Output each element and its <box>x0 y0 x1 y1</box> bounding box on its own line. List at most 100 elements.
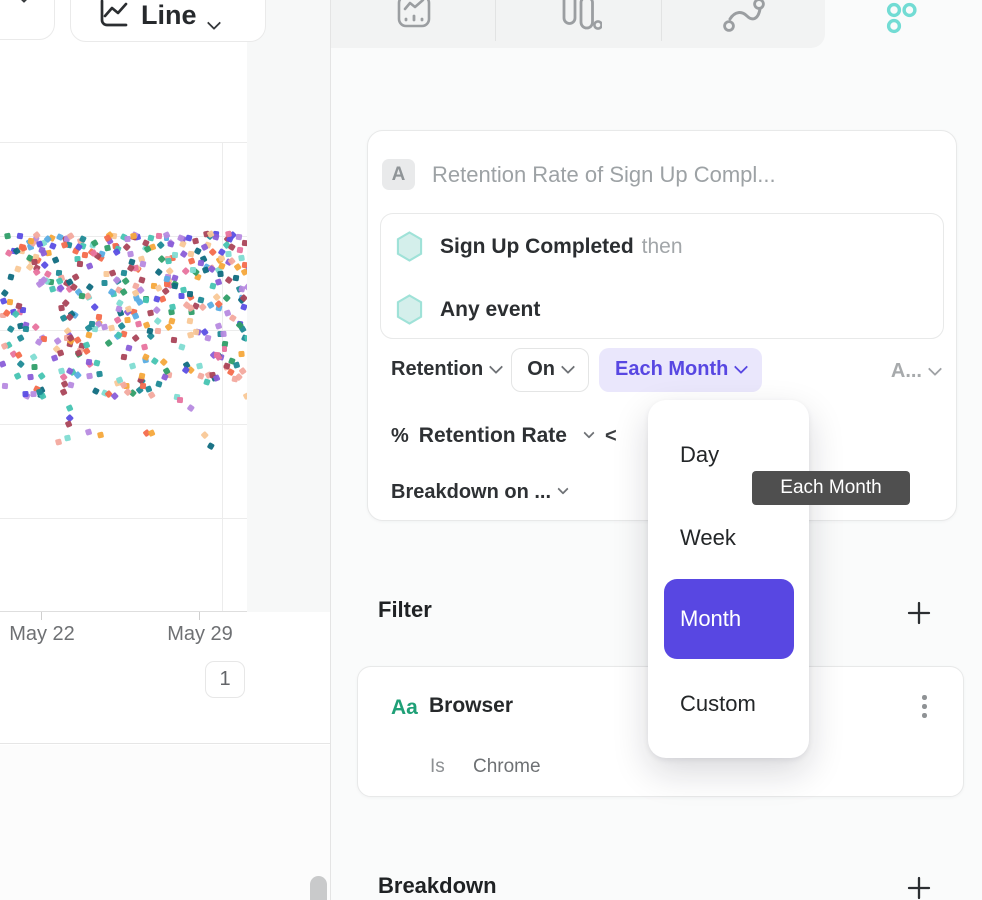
scatter-dot <box>96 314 102 320</box>
filter-property-dropdown[interactable]: Browser <box>429 694 513 718</box>
scatter-dot <box>187 251 193 257</box>
scatter-dot <box>105 339 113 347</box>
tab-insights[interactable] <box>331 0 495 48</box>
scatter-dot <box>218 271 224 277</box>
gridline <box>0 518 247 519</box>
scatter-dot <box>176 397 182 403</box>
scatter-dot <box>105 245 112 252</box>
scatter-dot <box>60 388 67 395</box>
scatter-plot <box>0 0 247 612</box>
scatter-dot <box>186 317 192 323</box>
measure-dropdown[interactable]: Retention Rate <box>419 424 567 448</box>
scatter-dot <box>31 390 37 396</box>
scatter-dot <box>147 309 154 316</box>
breakdown-on-dropdown[interactable]: Breakdown on ... <box>391 477 567 507</box>
scatter-dot <box>155 268 163 276</box>
scatter-dot <box>172 252 178 258</box>
kebab-menu-icon[interactable] <box>922 695 927 722</box>
scatter-dot <box>57 349 64 356</box>
scatter-dot <box>56 438 63 445</box>
filter-operator[interactable]: Is <box>430 756 445 778</box>
scatter-dot <box>52 354 59 361</box>
scatter-dot <box>199 303 207 311</box>
chevron-down-icon <box>583 427 594 438</box>
event-hexagon-icon <box>396 294 423 325</box>
interval-dropdown[interactable]: Each Month <box>599 348 762 392</box>
tab-bar-columns[interactable] <box>496 0 660 48</box>
chevron-down-icon <box>928 361 942 375</box>
scatter-dot <box>182 267 190 275</box>
tab-flow[interactable] <box>662 0 826 48</box>
event-row-first[interactable]: Sign Up Completed then <box>396 231 683 262</box>
measure-row: % Retention Rate < <box>391 421 617 451</box>
query-builder-panel: A Retention Rate of Sign Up Compl... Sig… <box>331 0 982 900</box>
truncated-dropdown[interactable]: A... <box>891 360 940 383</box>
chart-type-button[interactable]: Line <box>70 0 266 42</box>
scatter-dot <box>133 312 140 319</box>
chevron-down-icon <box>734 359 748 373</box>
gridline <box>0 424 247 425</box>
pagination-button[interactable]: 1 <box>205 661 245 698</box>
scatter-dot <box>91 303 99 311</box>
scatter-dot <box>207 301 215 309</box>
scatter-dot <box>229 314 237 322</box>
collapsed-dropdown-button[interactable] <box>0 0 55 40</box>
event-row-return[interactable]: Any event <box>396 294 540 325</box>
scatter-dot <box>102 280 108 286</box>
query-title[interactable]: Retention Rate of Sign Up Compl... <box>432 162 776 188</box>
scatter-dot <box>188 257 195 264</box>
scatter-dot <box>234 361 241 368</box>
scatter-dot <box>238 255 244 261</box>
scatter-dot <box>236 246 242 252</box>
gridline <box>222 142 223 612</box>
gridline <box>0 142 247 143</box>
menu-item-day[interactable]: Day <box>680 442 719 468</box>
scatter-dot <box>54 337 62 345</box>
breakdown-section-title: Breakdown <box>378 873 497 899</box>
scatter-dot <box>194 247 201 254</box>
scatter-dot <box>201 243 208 250</box>
scatter-dot <box>1 383 7 389</box>
chevron-down-icon <box>206 16 220 30</box>
scatter-dot <box>233 275 239 281</box>
tab-retention-active[interactable] <box>826 0 982 48</box>
x-axis-label: May 22 <box>4 623 80 646</box>
scatter-dot <box>154 317 162 325</box>
scatter-dot <box>97 431 104 438</box>
scatter-dot <box>7 325 15 333</box>
scatter-dot <box>32 259 38 265</box>
menu-item-week[interactable]: Week <box>680 525 736 551</box>
retention-type-dropdown[interactable]: Retention <box>391 358 501 381</box>
scatter-dot <box>64 435 71 442</box>
scatter-dot <box>85 429 92 436</box>
scatter-dot <box>209 282 216 289</box>
scatter-dot <box>239 350 245 356</box>
scatter-dot <box>197 260 203 266</box>
menu-item-month-selected[interactable]: Month <box>664 579 794 659</box>
add-filter-button[interactable] <box>906 600 932 626</box>
chevron-down-icon <box>561 359 575 373</box>
scatter-dot <box>213 293 221 301</box>
scatter-dot <box>242 240 247 246</box>
scrollbar-thumb[interactable] <box>310 876 327 900</box>
scatter-dot <box>142 297 148 303</box>
menu-item-custom[interactable]: Custom <box>680 691 756 717</box>
scatter-dot <box>197 363 204 370</box>
scatter-dot <box>240 303 247 310</box>
chevron-down-icon <box>17 0 31 3</box>
on-dropdown[interactable]: On <box>511 348 589 392</box>
scatter-dot <box>218 248 226 256</box>
scatter-dot <box>171 336 177 342</box>
scatter-dot <box>222 346 228 352</box>
filter-value[interactable]: Chrome <box>473 756 541 778</box>
scatter-dot <box>120 288 128 296</box>
scatter-dot <box>151 357 159 365</box>
add-breakdown-button[interactable] <box>906 875 932 900</box>
scatter-dot <box>179 293 185 299</box>
scatter-dot <box>77 261 83 267</box>
event-suffix: then <box>642 235 683 259</box>
interval-tooltip: Each Month <box>752 471 910 505</box>
scatter-dot <box>5 233 11 239</box>
scatter-dot <box>113 248 121 256</box>
scatter-dot <box>165 258 171 264</box>
